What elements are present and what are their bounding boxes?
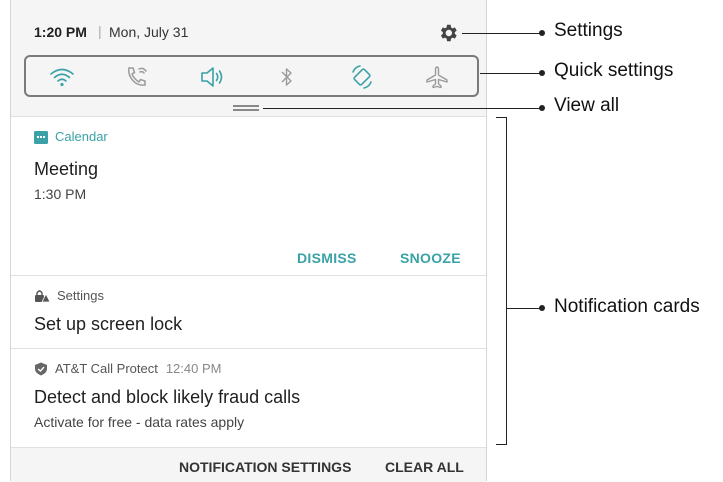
notification-title: Detect and block likely fraud calls (34, 387, 301, 407)
callout-settings: Settings (554, 20, 623, 41)
notification-time: 1:30 PM (34, 186, 87, 202)
callout-dot (539, 105, 545, 111)
callout-line-view-all (263, 108, 540, 109)
wifi-icon[interactable] (49, 64, 75, 90)
airplane-mode-icon[interactable] (424, 64, 450, 90)
snooze-button[interactable]: SNOOZE (400, 250, 461, 266)
status-date: Mon, July 31 (109, 24, 189, 40)
callout-notification-cards: Notification cards (554, 296, 700, 317)
view-all-handle[interactable] (233, 105, 259, 111)
dismiss-button[interactable]: DISMISS (297, 250, 357, 266)
lock-warning-icon (35, 289, 50, 302)
sound-icon[interactable] (199, 64, 225, 90)
calendar-icon (34, 130, 48, 144)
quick-settings-bar (24, 55, 479, 97)
notification-title: Set up screen lock (34, 314, 183, 334)
callout-quick-settings: Quick settings (554, 60, 674, 81)
app-name-settings: Settings (57, 288, 104, 303)
notification-card-att[interactable]: AT&T Call Protect 12:40 PM Detect and bl… (11, 348, 486, 447)
notification-panel: 1:20 PM | Mon, July 31 Calendar Meeting … (10, 0, 487, 482)
callout-dot (539, 70, 545, 76)
status-separator: | (98, 23, 102, 39)
app-name-att: AT&T Call Protect (55, 361, 158, 376)
wifi-calling-icon[interactable] (124, 64, 150, 90)
clear-all-button[interactable]: CLEAR ALL (385, 459, 464, 475)
app-name-calendar: Calendar (55, 129, 108, 144)
callout-line-settings (462, 33, 540, 34)
status-time: 1:20 PM (34, 24, 87, 40)
shield-icon (35, 362, 47, 375)
notification-settings-button[interactable]: NOTIFICATION SETTINGS (179, 459, 351, 475)
notification-subtitle: Activate for free - data rates apply (34, 414, 245, 430)
notification-title: Meeting (34, 159, 99, 179)
callout-line-quick-settings (480, 73, 540, 74)
bluetooth-icon[interactable] (274, 64, 300, 90)
callout-view-all: View all (554, 95, 620, 116)
bottom-bar: NOTIFICATION SETTINGS CLEAR ALL (11, 447, 486, 482)
notification-timestamp: 12:40 PM (165, 361, 222, 376)
callout-dot (539, 305, 545, 311)
callout-dot (539, 30, 545, 36)
gear-icon[interactable] (437, 22, 459, 44)
callout-line-cards (507, 308, 540, 309)
notification-card-settings[interactable]: Settings Set up screen lock (11, 275, 486, 348)
status-bar: 1:20 PM | Mon, July 31 (11, 0, 486, 52)
auto-rotate-icon[interactable] (349, 64, 375, 90)
notification-card-calendar[interactable]: Calendar Meeting 1:30 PM DISMISS SNOOZE (11, 116, 486, 275)
callout-bracket-cards (496, 117, 507, 445)
